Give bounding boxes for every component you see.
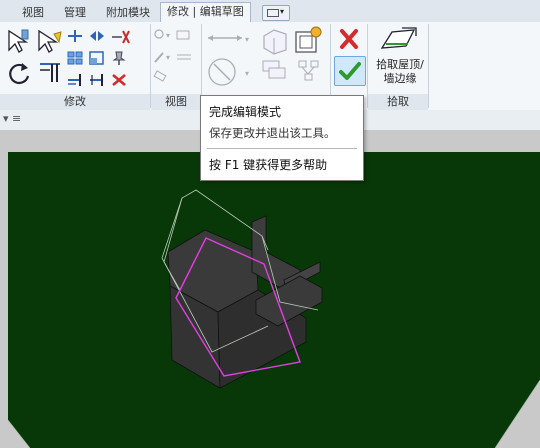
trim-extend-single-tool[interactable] — [88, 72, 106, 91]
hide-element-tool[interactable]: ▾ — [153, 28, 199, 45]
group-icon — [262, 60, 286, 79]
array-tool[interactable] — [66, 50, 84, 69]
revit-window: 视图 管理 附加模块 修改 | 编辑草图 ▾ 修改 ▾ ▾ 视图 ▾ ▾ 拾取屋… — [0, 0, 540, 448]
align-icon — [8, 29, 29, 53]
modify-tool[interactable] — [6, 28, 30, 57]
pick-roof-label-line2: 墙边缘 — [383, 72, 417, 85]
ribbon-display-dropdown[interactable]: ▾ — [262, 5, 290, 21]
tab-view[interactable]: 视图 — [16, 4, 50, 22]
view-panel-label: 视图 — [151, 94, 201, 110]
extend-icon — [68, 74, 81, 86]
pick-roof-label-line1: 拾取屋顶/ — [376, 58, 424, 71]
split-icon — [112, 30, 130, 44]
scale-icon — [89, 51, 104, 65]
customize-dropdown-icon[interactable]: ▾ ≡ — [3, 112, 21, 125]
cancel-edit-mode-button[interactable] — [335, 26, 363, 52]
tab-manage[interactable]: 管理 — [58, 4, 92, 22]
ribbon-tab-strip: 视图 管理 附加模块 修改 | 编辑草图 ▾ — [0, 0, 540, 23]
edit-type-icon — [298, 60, 319, 81]
scale-tool[interactable] — [88, 50, 106, 69]
offset-icon — [68, 30, 82, 42]
hammer-icon — [153, 70, 167, 82]
checkmark-icon — [339, 62, 361, 80]
create-similar-icon — [295, 26, 322, 53]
component-icon — [263, 29, 287, 55]
tab-modify-edit-sketch[interactable]: 修改 | 编辑草图 — [160, 2, 251, 23]
split-tool[interactable] — [110, 28, 130, 49]
trim-icon — [40, 63, 60, 82]
modify-panel: 修改 — [0, 22, 150, 110]
linework-tool[interactable]: ▾ — [153, 50, 199, 67]
finish-edit-mode-tooltip: 完成编辑模式 保存更改并退出该工具。 按 F1 键获得更多帮助 — [200, 95, 364, 181]
pin-icon — [112, 51, 126, 65]
modify-panel-label: 修改 — [0, 94, 150, 110]
delete-tool[interactable] — [110, 72, 128, 91]
extend-single-icon — [90, 74, 103, 86]
paint-icon — [38, 29, 62, 53]
view-panel: ▾ ▾ 视图 — [151, 22, 201, 110]
dimension-icon: ▾ — [208, 58, 249, 86]
tooltip-title: 完成编辑模式 — [209, 105, 282, 119]
paint-tool[interactable] — [36, 28, 64, 57]
pick-roof-wall-edge-button[interactable]: 拾取屋顶/ 墙边缘 — [372, 24, 424, 92]
pick-panel-label: 拾取 — [368, 94, 428, 110]
delete-icon — [112, 74, 126, 86]
tooltip-help-hint: 按 F1 键获得更多帮助 — [209, 158, 328, 172]
pick-panel: 拾取屋顶/ 墙边缘 拾取 — [368, 22, 428, 110]
rotate-tool[interactable] — [6, 60, 32, 89]
panel-icon — [267, 9, 279, 17]
svg-text:▾: ▾ — [245, 69, 249, 78]
pencil-icon: ▾ — [154, 52, 191, 63]
mirror-icon — [90, 31, 104, 41]
component-tool[interactable] — [260, 26, 290, 59]
svg-text:▾: ▾ — [245, 35, 249, 44]
trim-extend-multiple-tool[interactable] — [66, 72, 84, 91]
edit-type-tool[interactable] — [296, 58, 322, 87]
create-similar-tool[interactable] — [294, 26, 322, 57]
svg-text:▾: ▾ — [166, 53, 170, 62]
dimension-tool[interactable]: ▾ — [206, 56, 252, 91]
measure-icon: ▾ — [208, 35, 249, 44]
measure-tool[interactable]: ▾ — [206, 30, 252, 49]
array-icon — [67, 51, 83, 65]
lightbulb-icon: ▾ — [154, 29, 190, 40]
demolish-tool[interactable] — [153, 70, 169, 87]
finish-edit-mode-button[interactable] — [334, 56, 366, 86]
svg-text:▾: ▾ — [166, 31, 170, 40]
tab-addins[interactable]: 附加模块 — [100, 4, 156, 22]
mirror-axis-tool[interactable] — [88, 28, 106, 47]
pin-tool[interactable] — [110, 50, 128, 69]
model-group-tool[interactable] — [260, 56, 290, 87]
tooltip-description: 保存更改并退出该工具。 — [209, 126, 336, 140]
cancel-x-icon — [340, 29, 358, 49]
panel-divider — [428, 24, 429, 108]
offset-tool[interactable] — [66, 28, 84, 47]
tooltip-divider — [207, 148, 357, 149]
chevron-down-icon: ▾ — [280, 7, 285, 16]
trim-extend-tool[interactable] — [38, 58, 64, 87]
rotate-icon — [9, 63, 30, 85]
pick-roof-icon — [380, 27, 417, 49]
